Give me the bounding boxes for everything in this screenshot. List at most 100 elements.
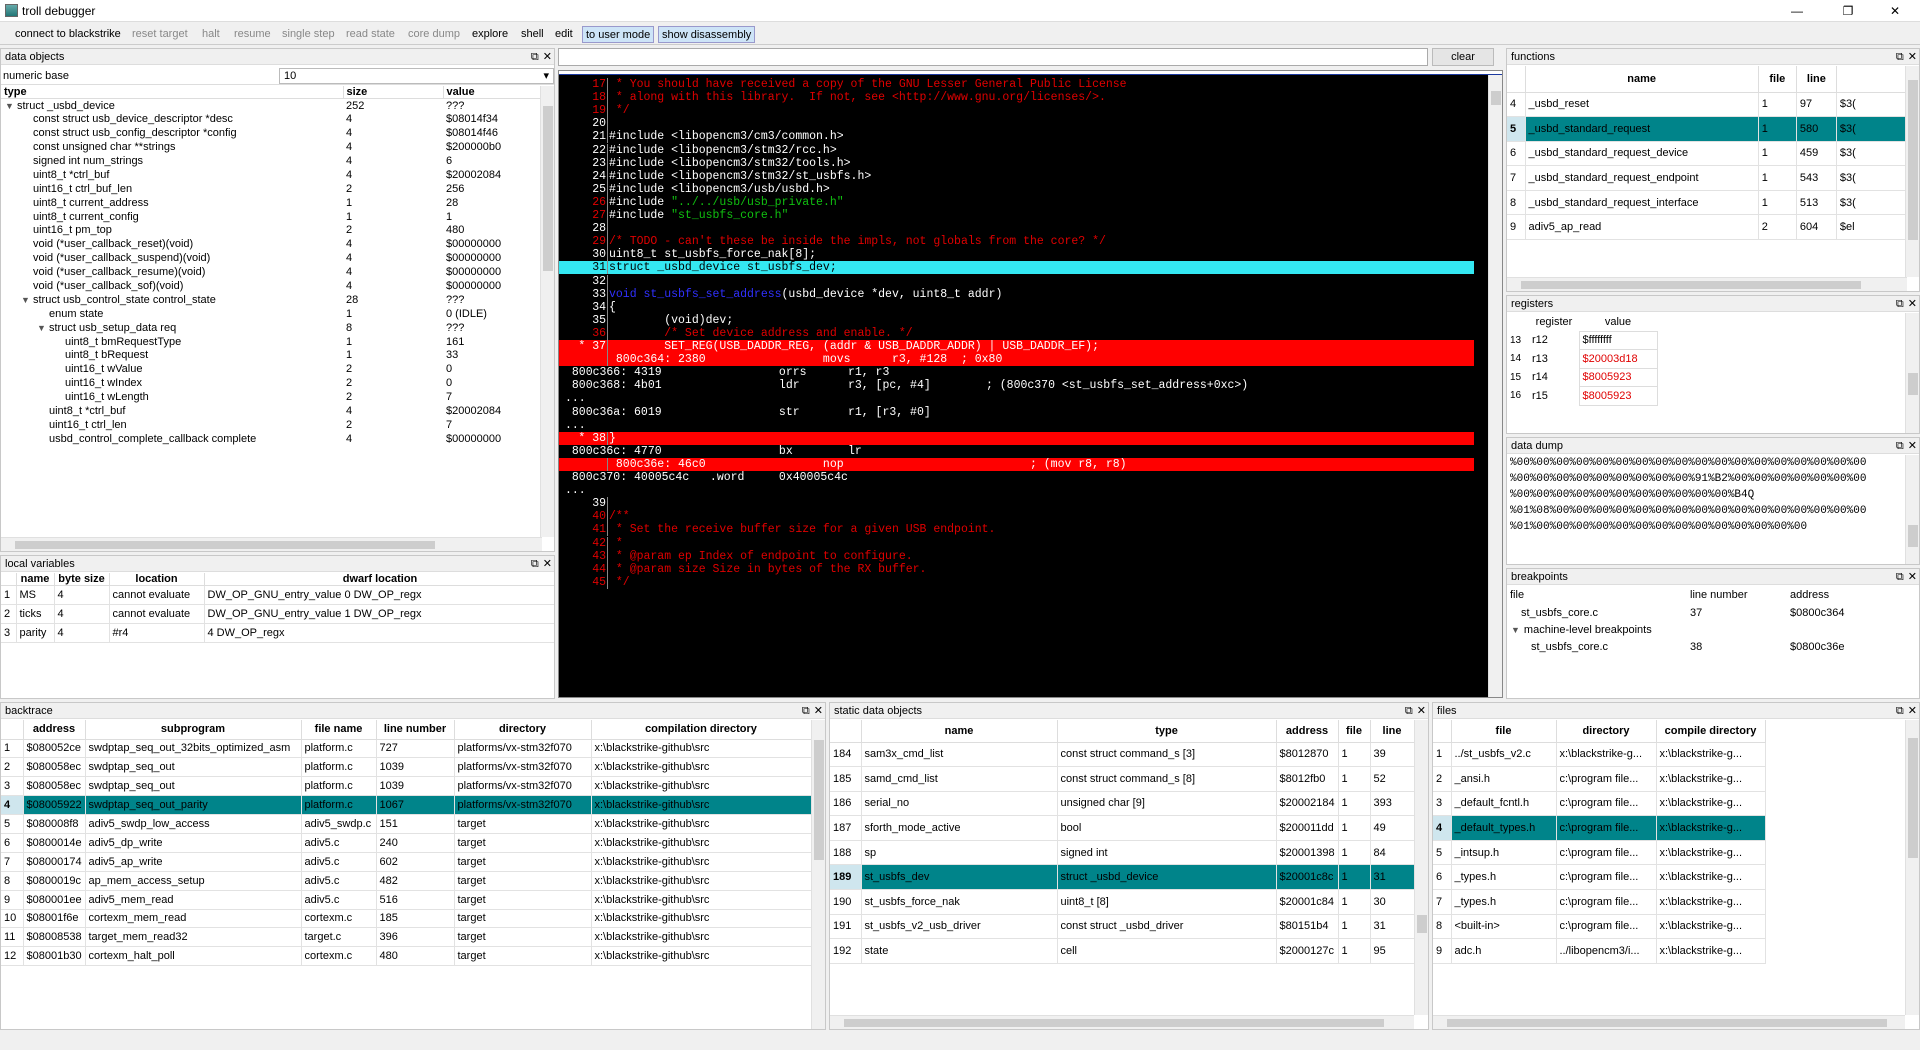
line-number[interactable]: 36	[559, 327, 606, 340]
table-row[interactable]: 9 $080001ee adiv5_mem_read adiv5.c 516 target…	[1, 890, 812, 910]
tree-row[interactable]: uint16_t ctrl_len 2 7	[1, 418, 541, 432]
source-line[interactable]: 30 uint8_t st_usbfs_force_nak[8];	[559, 248, 1474, 262]
col-value[interactable]: value	[1579, 313, 1657, 331]
breakpoint-row[interactable]: ▼ machine-level breakpoints	[1507, 621, 1907, 638]
float-icon[interactable]: ⧉	[1896, 705, 1904, 717]
source-view[interactable]: 17 * You should have received a copy of …	[558, 70, 1503, 698]
vertical-scrollbar[interactable]	[1905, 720, 1919, 1015]
col-directory[interactable]: directory	[454, 720, 592, 740]
tree-row[interactable]: ▼ struct usb_setup_data req 8???	[1, 321, 541, 335]
line-number[interactable]: 28	[559, 222, 606, 235]
close-icon[interactable]: ✕	[543, 558, 552, 570]
close-window-button[interactable]: ✕	[1872, 0, 1918, 22]
source-line[interactable]: 31 struct _usbd_device st_usbfs_dev;	[559, 261, 1474, 275]
col-register[interactable]: register	[1529, 313, 1579, 331]
tree-row[interactable]: uint16_t ctrl_buf_len 2 256	[1, 182, 541, 196]
register-row[interactable]: 14 r13 $20003d18	[1507, 349, 1658, 369]
tree-row[interactable]: ▼ struct _usbd_device 252???	[1, 99, 541, 113]
table-row[interactable]: 6 $0800014e adiv5_dp_write adiv5.c 240 target…	[1, 833, 812, 853]
source-line[interactable]: 800c366: 4319 orrs r1, r3	[559, 366, 1474, 379]
tree-row[interactable]: const unsigned char **strings 4 $200000b0	[1, 140, 541, 154]
tree-row[interactable]: void (*user_callback_suspend)(void) 4 $000…	[1, 251, 541, 265]
table-row[interactable]: 8 $0800019c ap_mem_access_setup adiv5.c 482 t…	[1, 871, 812, 891]
col-name[interactable]: name	[16, 573, 55, 586]
to-user-mode-button[interactable]: to user mode	[582, 26, 655, 43]
col-file[interactable]: file	[1451, 720, 1557, 743]
table-row[interactable]: 2 $080058ec swdptap_seq_out platform.c 1039 p…	[1, 757, 812, 778]
close-icon[interactable]: ✕	[1417, 705, 1426, 717]
core-dump-button[interactable]: core dump	[405, 26, 463, 43]
col-line-number[interactable]: line number	[1687, 586, 1787, 604]
table-row[interactable]: 1 ../st_usbfs_v2.c x:\blackstrike-g... x:\b…	[1433, 742, 1766, 768]
tree-row[interactable]: uint8_t bRequest 1 33	[1, 349, 541, 363]
line-number[interactable]: 39	[559, 497, 606, 510]
explore-button[interactable]: explore	[469, 26, 511, 43]
tree-row[interactable]: uint16_t pm_top 2 480	[1, 224, 541, 238]
col-address[interactable]: address	[23, 720, 86, 740]
clear-button[interactable]: clear	[1432, 48, 1494, 66]
col-type[interactable]: type	[1, 86, 344, 99]
source-scrollbar[interactable]	[1488, 75, 1502, 697]
col-byte-size[interactable]: byte size	[54, 573, 110, 586]
line-number[interactable]: 34	[559, 301, 606, 314]
source-line[interactable]: ...	[559, 419, 1474, 432]
source-line[interactable]: 39	[559, 497, 1474, 511]
line-number[interactable]: 40	[559, 510, 606, 523]
col-file[interactable]: file	[1338, 720, 1371, 743]
col-line[interactable]: line	[1370, 720, 1415, 743]
source-line[interactable]: 800c36c: 4770 bx lr	[559, 445, 1474, 458]
source-line[interactable]: 33 void st_usbfs_set_address(usbd_device …	[559, 287, 1474, 301]
source-line[interactable]: 29/* TODO - can't these be inside the im…	[559, 235, 1474, 249]
source-line[interactable]: 27 #include "st_usbfs_core.h"	[559, 209, 1474, 222]
source-line[interactable]: 36 /* Set device address and enable. */	[559, 326, 1474, 340]
table-row[interactable]: 192 state cell $2000127c 1 95	[830, 938, 1415, 964]
close-icon[interactable]: ✕	[1908, 440, 1917, 452]
source-line[interactable]: 45 */	[559, 575, 1474, 589]
register-row[interactable]: 15 r14 $8005923	[1507, 367, 1658, 387]
vertical-scrollbar[interactable]	[1905, 455, 1919, 564]
tree-row[interactable]: const struct usb_device_descriptor *desc…	[1, 112, 541, 126]
col-file-name[interactable]: file name	[301, 720, 377, 740]
single-step-button[interactable]: single step	[279, 26, 338, 43]
tree-row[interactable]: const struct usb_config_descriptor *conf…	[1, 126, 541, 140]
source-line[interactable]: * 37 SET_REG(USB_DADDR_REG, (addr & USB_…	[559, 340, 1474, 353]
source-line[interactable]: 17 * You should have received a copy of …	[559, 78, 1474, 91]
line-number[interactable]: * 37	[559, 340, 606, 353]
table-row[interactable]: 8 _usbd_standard_request_interface 1 513 $3(	[1507, 190, 1908, 216]
line-number[interactable]: 31	[559, 261, 606, 274]
line-number[interactable]: 21	[559, 130, 606, 143]
source-line[interactable]: 22 #include <libopencm3/stm32/rcc.h>	[559, 143, 1474, 157]
table-row[interactable]: 2 ticks 4 cannot evaluate DW_OP_GNU_entry_va…	[1, 604, 554, 624]
line-number[interactable]: 24	[559, 170, 606, 183]
source-line[interactable]: 32	[559, 274, 1474, 288]
expand-arrow-icon[interactable]: ▼	[5, 101, 17, 111]
horizontal-scrollbar[interactable]	[1433, 1015, 1905, 1029]
table-row[interactable]: 9 adiv5_ap_read 2 604 $el	[1507, 214, 1908, 241]
source-line[interactable]: 42 *	[559, 536, 1474, 550]
line-number[interactable]: * 38	[559, 432, 606, 445]
expand-arrow-icon[interactable]: ▼	[1511, 625, 1520, 635]
col-value[interactable]: value	[443, 86, 542, 99]
source-line[interactable]: 21 #include <libopencm3/cm3/common.h>	[559, 130, 1474, 144]
tree-row[interactable]: uint8_t *ctrl_buf 4 $20002084	[1, 168, 541, 182]
table-row[interactable]: 10 $08001f6e cortexm_mem_read cortexm.c 185 t…	[1, 909, 812, 929]
source-line[interactable]: 25 #include <libopencm3/usb/usbd.h>	[559, 182, 1474, 196]
vertical-scrollbar[interactable]	[1905, 313, 1919, 433]
table-row[interactable]: 4 _usbd_reset 1 97 $3(	[1507, 92, 1908, 118]
line-number[interactable]: 17	[559, 78, 606, 91]
source-line[interactable]: 35 (void)dev;	[559, 313, 1474, 327]
table-row[interactable]: 3 $080058ec swdptap_seq_out platform.c 1039 p…	[1, 776, 812, 797]
halt-button[interactable]: halt	[199, 26, 223, 43]
resume-button[interactable]: resume	[231, 26, 274, 43]
table-row[interactable]: 188 sp signed int $20001398 1 84	[830, 840, 1415, 866]
register-row[interactable]: 13 r12 $ffffffff	[1507, 330, 1658, 350]
close-icon[interactable]: ✕	[1908, 298, 1917, 310]
vertical-scrollbar[interactable]	[540, 86, 554, 537]
breakpoint-row[interactable]: st_usbfs_core.c 38 $0800c36e	[1507, 638, 1907, 655]
horizontal-scrollbar[interactable]	[1507, 277, 1907, 291]
source-line[interactable]: 43 * @param ep Index of endpoint to conf…	[559, 549, 1474, 563]
float-icon[interactable]: ⧉	[802, 705, 810, 717]
vertical-scrollbar[interactable]	[811, 720, 825, 1029]
source-line[interactable]: 28	[559, 222, 1474, 236]
search-input[interactable]	[558, 48, 1428, 66]
